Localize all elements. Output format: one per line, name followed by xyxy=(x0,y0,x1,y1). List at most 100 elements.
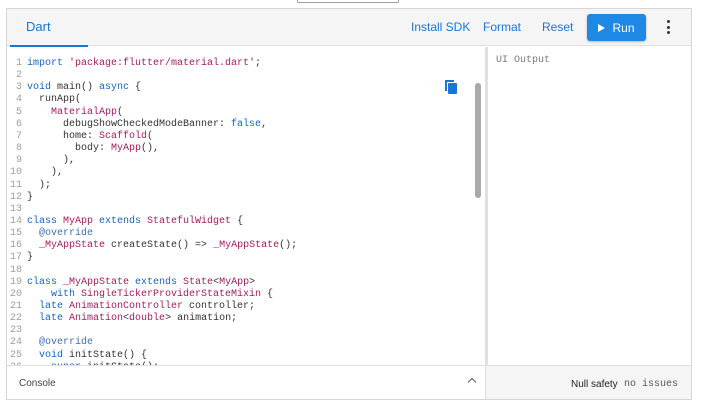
code-token: late xyxy=(27,313,70,325)
code-line[interactable]: 25 void initState() { xyxy=(7,350,147,362)
null-safety-label: Null safety xyxy=(571,379,618,390)
code-line[interactable]: 23 xyxy=(7,325,27,337)
code-line[interactable]: 9 ), xyxy=(7,155,75,167)
code-editor[interactable]: 26 super.initState();25 void initState()… xyxy=(7,47,485,365)
code-line[interactable]: 18 xyxy=(7,265,27,277)
line-number: 15 xyxy=(9,228,22,240)
line-number: 10 xyxy=(9,167,22,179)
code-token: MaterialApp xyxy=(51,106,118,118)
line-number: 5 xyxy=(15,106,22,118)
code-line[interactable]: 3 void main() async { xyxy=(7,82,141,94)
code-line[interactable]: 7 home: Scaffold( xyxy=(7,131,153,143)
code-token: { xyxy=(237,215,244,227)
toolbar: Dart Install SDK Format Reset Run xyxy=(7,9,691,47)
line-number: 1 xyxy=(15,58,22,69)
code-token: body: xyxy=(27,143,112,155)
code-line[interactable]: 22 late Animation<double> animation; xyxy=(7,313,237,325)
code-line[interactable]: 13 xyxy=(7,204,27,216)
line-number: 17 xyxy=(9,252,22,264)
tab-dart[interactable]: Dart xyxy=(10,9,88,47)
line-number: 2 xyxy=(15,70,22,82)
code-line[interactable]: 4 runApp( xyxy=(7,94,81,106)
code-token: with xyxy=(27,288,82,300)
code-token: ), xyxy=(27,167,64,179)
code-token: } xyxy=(27,191,34,203)
play-icon xyxy=(598,23,606,32)
code-token: ), xyxy=(27,155,76,167)
code-token: extends xyxy=(135,276,184,288)
code-token: controller; xyxy=(189,301,256,312)
code-line[interactable]: 2 xyxy=(7,70,27,82)
code-line[interactable]: 24 @override xyxy=(7,337,93,349)
code-token: initState() { xyxy=(69,349,148,361)
line-number: 3 xyxy=(15,82,22,94)
format-button[interactable]: Format xyxy=(483,20,521,34)
code-token: Scaffold xyxy=(99,130,148,142)
line-number: 21 xyxy=(9,301,22,312)
line-number: 23 xyxy=(9,325,22,337)
code-token: (), xyxy=(141,143,160,155)
code-token: debugShowCheckedModeBanner: xyxy=(27,118,232,130)
code-line[interactable]: 11 ); xyxy=(7,180,51,192)
code-token: _MyAppState xyxy=(39,240,112,252)
ui-output-panel: UI Output xyxy=(487,47,691,365)
more-vert-icon[interactable] xyxy=(667,20,671,34)
line-number: 6 xyxy=(15,118,22,130)
status-bar: Null safety no issues xyxy=(485,366,691,399)
line-number: 8 xyxy=(15,143,22,155)
code-line[interactable]: 21 late AnimationController controller; xyxy=(7,301,255,313)
line-number: 25 xyxy=(9,349,22,361)
ui-output-label: UI Output xyxy=(496,55,551,66)
copy-icon[interactable] xyxy=(445,80,457,94)
line-number: 14 xyxy=(9,215,22,227)
code-token: StatefulWidget xyxy=(147,215,238,227)
run-button[interactable]: Run xyxy=(587,14,646,41)
line-number: 4 xyxy=(15,94,22,106)
code-line[interactable]: 20 with SingleTickerProviderStateMixin { xyxy=(7,289,273,301)
code-token: _MyAppState xyxy=(213,240,280,252)
line-number: 7 xyxy=(15,130,22,142)
code-token: Animation xyxy=(69,313,124,325)
line-number: 22 xyxy=(9,313,22,325)
editor-scrollbar[interactable] xyxy=(475,83,481,198)
code-line[interactable]: 10 ), xyxy=(7,167,63,179)
code-token: MyApp xyxy=(111,143,142,155)
line-number: 16 xyxy=(9,240,22,252)
code-token: MyApp xyxy=(219,276,250,288)
install-sdk-button[interactable]: Install SDK xyxy=(411,20,470,34)
code-token: class xyxy=(27,215,64,227)
reset-button[interactable]: Reset xyxy=(542,20,573,34)
run-button-label: Run xyxy=(612,20,635,35)
tab-dart-label: Dart xyxy=(26,19,51,34)
code-token: void xyxy=(27,82,58,94)
code-token: late xyxy=(27,301,70,312)
code-line[interactable]: 12} xyxy=(7,192,33,204)
code-token: @override xyxy=(27,228,94,240)
code-line[interactable]: 5 MaterialApp( xyxy=(7,107,123,119)
chevron-up-icon[interactable] xyxy=(467,377,477,387)
line-number: 24 xyxy=(9,337,22,349)
code-line[interactable]: 14 class MyApp extends StatefulWidget { xyxy=(7,216,243,228)
code-token: { xyxy=(267,288,274,300)
code-token: , xyxy=(261,118,268,130)
code-line[interactable]: 6 debugShowCheckedModeBanner: false, xyxy=(7,119,267,131)
code-token: (); xyxy=(279,240,298,252)
code-token: home: xyxy=(27,130,100,142)
code-token: class xyxy=(27,276,64,288)
code-line[interactable]: 16 _MyAppState createState() => _MyAppSt… xyxy=(7,240,297,252)
code-line[interactable]: 1 import 'package:flutter/material.dart'; xyxy=(7,58,261,70)
console-toggle[interactable]: Console xyxy=(19,378,56,389)
code-token: createState() => xyxy=(111,240,214,252)
code-line[interactable]: 8 body: MyApp(), xyxy=(7,143,159,155)
code-line[interactable]: 15 @override xyxy=(7,228,93,240)
line-number: 9 xyxy=(15,155,22,167)
top-tab-stub xyxy=(297,0,399,3)
code-line[interactable]: 17} xyxy=(7,252,33,264)
code-line[interactable]: 19 class _MyAppState extends State<MyApp> xyxy=(7,277,255,289)
line-number: 20 xyxy=(9,288,22,300)
code-token: extends xyxy=(99,215,148,227)
footer: Console Null safety no issues xyxy=(7,365,691,399)
code-token: void xyxy=(27,349,70,361)
line-number: 19 xyxy=(9,276,22,288)
